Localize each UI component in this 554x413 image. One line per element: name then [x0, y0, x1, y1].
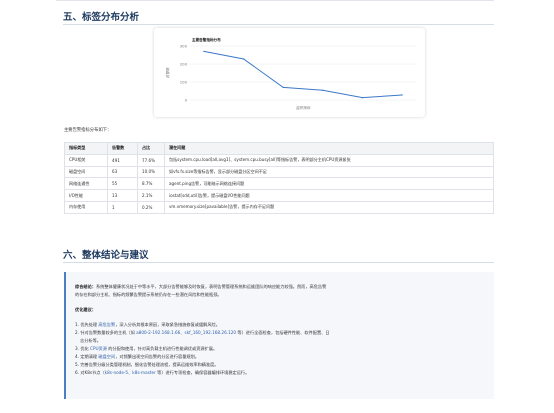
cell-count: 1: [107, 200, 138, 214]
cell-ratio: 10.0%: [137, 165, 165, 179]
cell-ratio: 8.7%: [137, 177, 165, 191]
cell-ratio: 2.1%: [137, 189, 165, 202]
advice-highlight: 高危告警: [98, 322, 116, 327]
series-line: [203, 50, 403, 99]
cell-count: 491: [107, 153, 138, 167]
table-intro: 主要告警指标分布如下：: [64, 128, 112, 133]
table-row: 内存使用 1 0.2% vm.vmemory.size[pavailable]告…: [64, 200, 494, 214]
y-tick-label: 100: [180, 79, 188, 84]
data-point: [361, 96, 364, 99]
advice-label: 优化建议：: [75, 307, 96, 312]
cell-issue: agent.ping告警，可能暗示网络连接问题: [164, 177, 494, 191]
chart-svg: 主要告警指标分布 0 100 200 300 告警数监控指标: [165, 37, 416, 110]
cell-type: 网络连通性: [64, 177, 108, 191]
advice-item: 1. 优先处理 高危告警，深入分析其根本原因，采取紧急措施修复或缓解风险。: [75, 322, 220, 327]
summary-line-2: 的存在和部分主机、指标的频繁告警提示系统仍存在一些潜在风险和性能瓶颈。: [75, 292, 222, 297]
x-axis-label: 监控指标: [296, 105, 311, 110]
data-point: [203, 50, 205, 53]
y-tick-label: 200: [180, 61, 188, 66]
table-header-row: 指标类型 告警数 占比 潜在问题: [64, 142, 494, 155]
cell-issue: iostat[sdd,util]告警，提示磁盘I/O性能问题: [164, 189, 494, 202]
y-tick-label: 300: [180, 43, 188, 48]
y-axis-label: 告警数: [165, 67, 170, 78]
col-header-count: 告警数: [107, 142, 138, 155]
advice-highlight: a800-2-192.168.1.66、skf_160_192.168.26.1…: [136, 330, 237, 335]
summary-text-1: 系统整体健康状况处于中等水平，大部分告警能够及时恢复，表明告警管理系统和运维团队…: [95, 284, 327, 289]
top-divider: [56, 0, 494, 1]
summary-label: 综合结论：: [75, 284, 96, 289]
col-header-ratio: 占比: [137, 142, 165, 155]
y-tick-label: 0: [185, 97, 188, 102]
advice-item: 4. 定期清理 磁盘空间，对频繁出现空间告警的分区进行容量规划。: [75, 354, 199, 359]
alert-distribution-chart: 主要告警指标分布 0 100 200 300 告警数监控指标: [154, 28, 425, 117]
cell-count: 55: [107, 177, 138, 191]
advice-highlight: 磁盘空间: [98, 354, 116, 359]
table-row: 网络连通性 55 8.7% agent.ping告警，可能暗示网络连接问题: [64, 177, 494, 191]
col-header-issue: 潜在问题: [164, 142, 494, 155]
data-point: [401, 94, 403, 96]
data-point: [322, 89, 324, 91]
table-row: 磁盘空间 63 10.0% 如vfs.fs.size等指标告警，显示部分磁盘分区…: [64, 165, 494, 179]
conclusion-box: 综合结论：系统整体健康状况处于中等水平，大部分告警能够及时恢复，表明告警管理系统…: [64, 272, 494, 399]
section-5-heading: 五、标签分布分析: [63, 12, 140, 23]
cell-type: 磁盘空间: [64, 165, 108, 179]
cell-type: I/O性能: [64, 189, 108, 202]
cell-count: 13: [107, 189, 138, 202]
advice-item: 5. 完善告警分级分类管理机制，细化告警处理流程，提高运维效率和精准度。: [75, 362, 219, 367]
data-point: [282, 86, 284, 89]
data-point: [242, 58, 245, 60]
section-5-divider: [63, 24, 494, 25]
summary-line-1: 综合结论：系统整体健康状况处于中等水平，大部分告警能够及时恢复，表明告警管理系统…: [75, 284, 326, 289]
cell-issue: 如vfs.fs.size等指标告警，显示部分磁盘分区空间不足: [164, 165, 494, 179]
cell-ratio: 77.6%: [137, 153, 165, 167]
chart-title: 主要告警指标分布: [192, 37, 221, 42]
cell-ratio: 0.2%: [137, 200, 165, 214]
advice-item: 2. 针对告警数量较多的主机（如 a800-2-192.168.1.66、skf…: [75, 330, 330, 335]
cell-issue: vm.vmemory.size[pavailable]告警，提示内存不足问题: [164, 200, 494, 214]
cell-type: 内存使用: [64, 200, 108, 214]
cell-issue: 包括system.cpu.load[all,avg1]、system.cpu.b…: [164, 153, 494, 167]
advice-item: 3. 优化 CPU资源 的分配和使用，针对高负载主机进行性能调优或资源扩展。: [75, 346, 218, 351]
advice-item-continuation: 志分析等。: [80, 338, 101, 343]
section-6-divider: [63, 262, 494, 263]
advice-item: 6. 对K8s节点（k8s-node-5、k8s-master 等）进行专项检查…: [75, 370, 250, 375]
advice-highlight: CPU资源: [90, 346, 107, 351]
advice-highlight: k8s-node-5、k8s-master: [104, 370, 156, 375]
cell-count: 63: [107, 165, 138, 179]
tag-distribution-table: 指标类型 告警数 占比 潜在问题 CPU相关 491 77.6% 包括syste…: [64, 142, 494, 214]
table-row: I/O性能 13 2.1% iostat[sdd,util]告警，提示磁盘I/O…: [64, 189, 494, 202]
col-header-type: 指标类型: [64, 142, 108, 155]
cell-type: CPU相关: [64, 153, 108, 167]
section-6-heading: 六、整体结论与建议: [63, 250, 149, 261]
report-page: 五、标签分布分析 主要告警指标分布 0 100 200 300 告警数 监控指标 主要告警指…: [56, 0, 494, 413]
table-row: CPU相关 491 77.6% 包括system.cpu.load[all,av…: [64, 153, 494, 167]
